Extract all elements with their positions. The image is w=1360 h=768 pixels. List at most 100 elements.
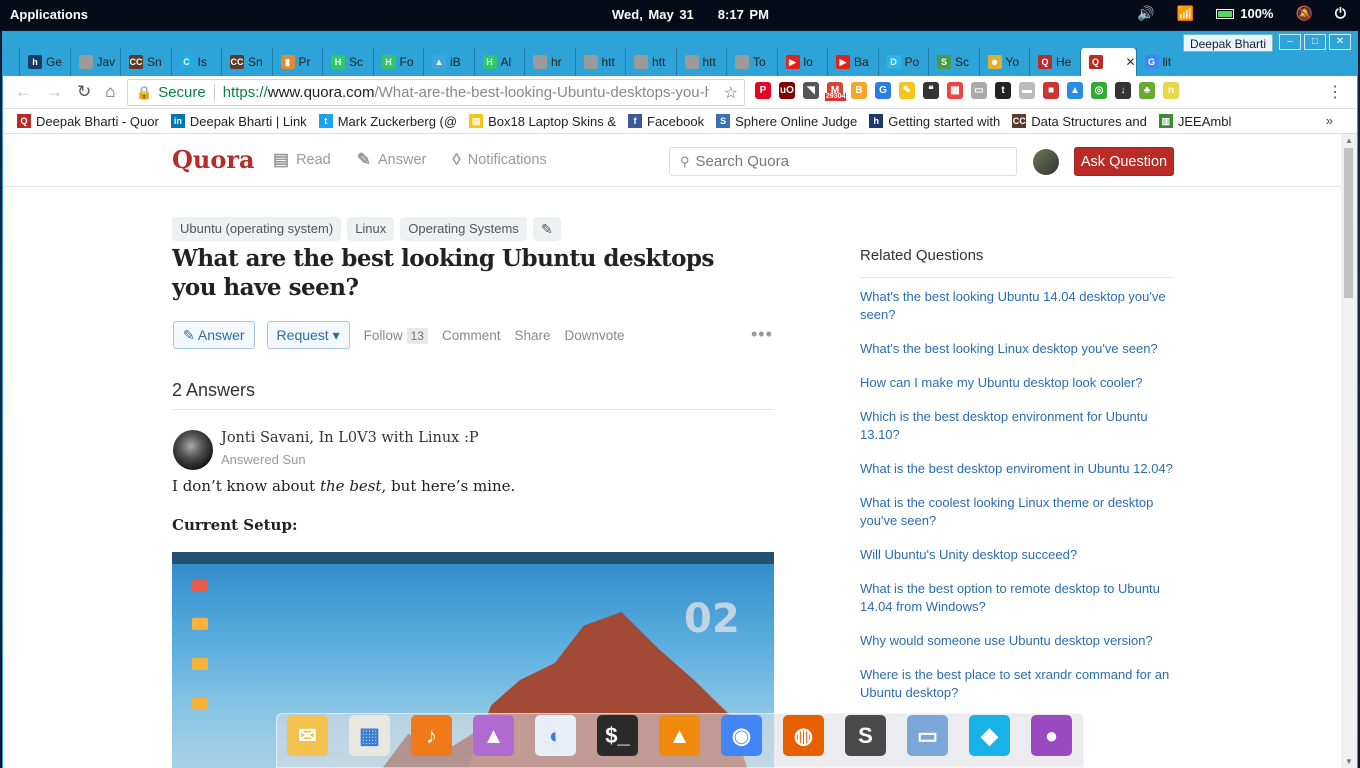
extension-icon[interactable]: ♣ bbox=[1139, 82, 1155, 99]
terminal-icon[interactable]: $_ bbox=[597, 715, 638, 756]
browser-tab[interactable]: ▮ Pr bbox=[271, 48, 323, 76]
browser-tab[interactable]: H Sc bbox=[322, 48, 373, 76]
bookmark-item[interactable]: S Sphere Online Judge bbox=[716, 114, 857, 129]
edit-topics-icon[interactable]: ✎ bbox=[532, 217, 561, 241]
music-icon[interactable]: ♪ bbox=[411, 715, 452, 756]
close-tab-icon[interactable]: ✕ bbox=[1125, 55, 1135, 69]
browser-tab[interactable]: htt bbox=[675, 48, 727, 76]
panel-clock[interactable]: Wed, May 31 8:17 PM bbox=[612, 7, 793, 22]
reload-button[interactable]: ↻ bbox=[77, 82, 91, 102]
extension-icon[interactable]: B bbox=[851, 82, 867, 99]
extension-icon[interactable]: ✎ bbox=[899, 82, 915, 99]
related-question-link[interactable]: Why would someone use Ubuntu desktop ver… bbox=[860, 632, 1174, 650]
extension-icon[interactable]: M bbox=[825, 82, 847, 101]
browser-tab[interactable]: D Po bbox=[877, 48, 929, 76]
settings-toggle-icon[interactable]: ◐ bbox=[535, 715, 576, 756]
power-icon[interactable]: ⏻ bbox=[1335, 5, 1346, 22]
extension-icon[interactable]: ■ bbox=[1043, 82, 1059, 99]
bookmark-item[interactable]: ▤ Box18 Laptop Skins & bbox=[469, 114, 616, 129]
browser-tab[interactable]: htt bbox=[574, 48, 626, 76]
browser-tab[interactable]: h Ge bbox=[19, 48, 70, 76]
comment-button[interactable]: Comment bbox=[442, 328, 501, 343]
nav-read[interactable]: ▤ Read bbox=[273, 150, 331, 170]
browser-tab[interactable]: ☻ Yo bbox=[978, 48, 1030, 76]
scroll-up-icon[interactable]: ▲ bbox=[1345, 136, 1353, 145]
browser-tab[interactable]: Q ✕ bbox=[1079, 48, 1136, 76]
sublime-icon[interactable]: S bbox=[845, 715, 886, 756]
scrollbar-thumb[interactable] bbox=[1344, 148, 1353, 298]
follow-button[interactable]: Follow 13 bbox=[364, 327, 428, 344]
related-question-link[interactable]: What's the best looking Linux desktop yo… bbox=[860, 340, 1174, 358]
topic-tag[interactable]: Ubuntu (operating system) bbox=[172, 217, 342, 241]
bookmark-item[interactable]: in Deepak Bharti | Link bbox=[170, 114, 307, 129]
firefox-icon[interactable]: ◍ bbox=[783, 715, 824, 756]
browser-tab[interactable]: To bbox=[726, 48, 777, 76]
browser-tab[interactable]: Jav bbox=[69, 48, 121, 76]
nav-answer[interactable]: ✎ Answer bbox=[357, 150, 427, 170]
lock-icon[interactable]: 🔒 bbox=[136, 85, 152, 101]
related-question-link[interactable]: What is the best option to remote deskto… bbox=[860, 580, 1174, 616]
bookmark-item[interactable]: h Getting started with bbox=[869, 114, 1000, 129]
minimize-button[interactable]: – bbox=[1279, 34, 1301, 50]
extension-icon[interactable]: ▦ bbox=[947, 82, 963, 99]
page-scrollbar[interactable]: ▲ ▼ bbox=[1341, 134, 1357, 768]
chrome-menu-icon[interactable]: ⋮ bbox=[1327, 82, 1343, 102]
bookmark-item[interactable]: CC Data Structures and bbox=[1012, 114, 1147, 129]
search-input[interactable]: ⚲ Search Quora bbox=[669, 147, 1017, 176]
volume-icon[interactable]: 🔊 bbox=[1137, 5, 1154, 22]
user-avatar[interactable] bbox=[1033, 149, 1059, 175]
browser-tab[interactable]: ▶ lo bbox=[776, 48, 828, 76]
share-button[interactable]: Share bbox=[515, 328, 551, 343]
mail-icon[interactable]: ✉ bbox=[287, 715, 328, 756]
extension-icon[interactable]: ▲ bbox=[1067, 82, 1083, 99]
related-question-link[interactable]: Where is the best place to set xrandr co… bbox=[860, 666, 1174, 702]
extension-icon[interactable]: t bbox=[995, 82, 1011, 99]
related-question-link[interactable]: How can I make my Ubuntu desktop look co… bbox=[860, 374, 1174, 392]
applications-menu[interactable]: Applications bbox=[10, 7, 88, 22]
related-question-link[interactable]: Will Ubuntu's Unity desktop succeed? bbox=[860, 546, 1174, 564]
battery-indicator[interactable]: 100% bbox=[1216, 6, 1273, 21]
extension-icon[interactable]: ↓ bbox=[1115, 82, 1131, 99]
author-name[interactable]: Jonti Savani, In L0V3 with Linux :P bbox=[221, 430, 479, 446]
bookmark-item[interactable]: t Mark Zuckerberg (@ bbox=[318, 114, 457, 129]
bookmark-star-icon[interactable]: ☆ bbox=[724, 83, 738, 103]
browser-tab[interactable]: Q He bbox=[1029, 48, 1080, 76]
browser-tab[interactable]: hr bbox=[524, 48, 575, 76]
maximize-button[interactable]: □ bbox=[1304, 34, 1326, 50]
notifications-muted-icon[interactable]: 🔕 bbox=[1295, 5, 1312, 22]
extension-icon[interactable]: n bbox=[1163, 82, 1179, 99]
forward-button[interactable]: → bbox=[46, 82, 63, 102]
topic-tag[interactable]: Operating Systems bbox=[400, 217, 527, 241]
ask-question-button[interactable]: Ask Question bbox=[1074, 147, 1174, 176]
photos-icon[interactable]: ▲ bbox=[473, 715, 514, 756]
home-button[interactable]: ⌂ bbox=[105, 82, 115, 102]
bookmark-item[interactable]: f Facebook bbox=[628, 114, 704, 129]
extension-icon[interactable]: ◥ bbox=[803, 82, 819, 99]
calendar-icon[interactable]: ▦ bbox=[349, 715, 390, 756]
screen-recorder-icon[interactable]: ● bbox=[1031, 715, 1072, 756]
close-window-button[interactable]: ✕ bbox=[1329, 34, 1351, 50]
profile-button[interactable]: Deepak Bharti bbox=[1182, 34, 1273, 52]
downvote-button[interactable]: Downvote bbox=[565, 328, 625, 343]
back-button[interactable]: ← bbox=[15, 82, 32, 102]
bookmarks-overflow-button[interactable]: » bbox=[1326, 113, 1333, 128]
vlc-icon[interactable]: ▲ bbox=[659, 715, 700, 756]
extension-icon[interactable]: ◎ bbox=[1091, 82, 1107, 99]
wifi-icon[interactable]: 📶 bbox=[1177, 5, 1194, 22]
bookmark-item[interactable]: Q Deepak Bharti - Quor bbox=[17, 114, 159, 129]
extension-icon[interactable]: ❝ bbox=[923, 82, 939, 99]
address-bar[interactable]: 🔒 Secure https:// www.quora.com /What-ar… bbox=[127, 79, 745, 106]
chrome-icon[interactable]: ◉ bbox=[721, 715, 762, 756]
author-avatar[interactable] bbox=[173, 430, 213, 470]
bookmark-item[interactable]: ▥ JEEAmbl bbox=[1158, 114, 1231, 129]
related-question-link[interactable]: Which is the best desktop environment fo… bbox=[860, 408, 1174, 444]
answer-date[interactable]: Answered Sun bbox=[221, 452, 306, 467]
quora-logo[interactable]: Quora bbox=[172, 145, 255, 174]
more-options-icon[interactable]: ••• bbox=[751, 324, 773, 345]
extension-icon[interactable]: uO bbox=[779, 82, 795, 99]
browser-tab[interactable]: Glit bbox=[1135, 48, 1187, 76]
browser-tab[interactable]: S Sc bbox=[928, 48, 979, 76]
request-button[interactable]: Request ▾ bbox=[266, 321, 350, 349]
browser-tab[interactable]: ▲ iB bbox=[423, 48, 474, 76]
related-question-link[interactable]: What is the coolest looking Linux theme … bbox=[860, 494, 1174, 530]
